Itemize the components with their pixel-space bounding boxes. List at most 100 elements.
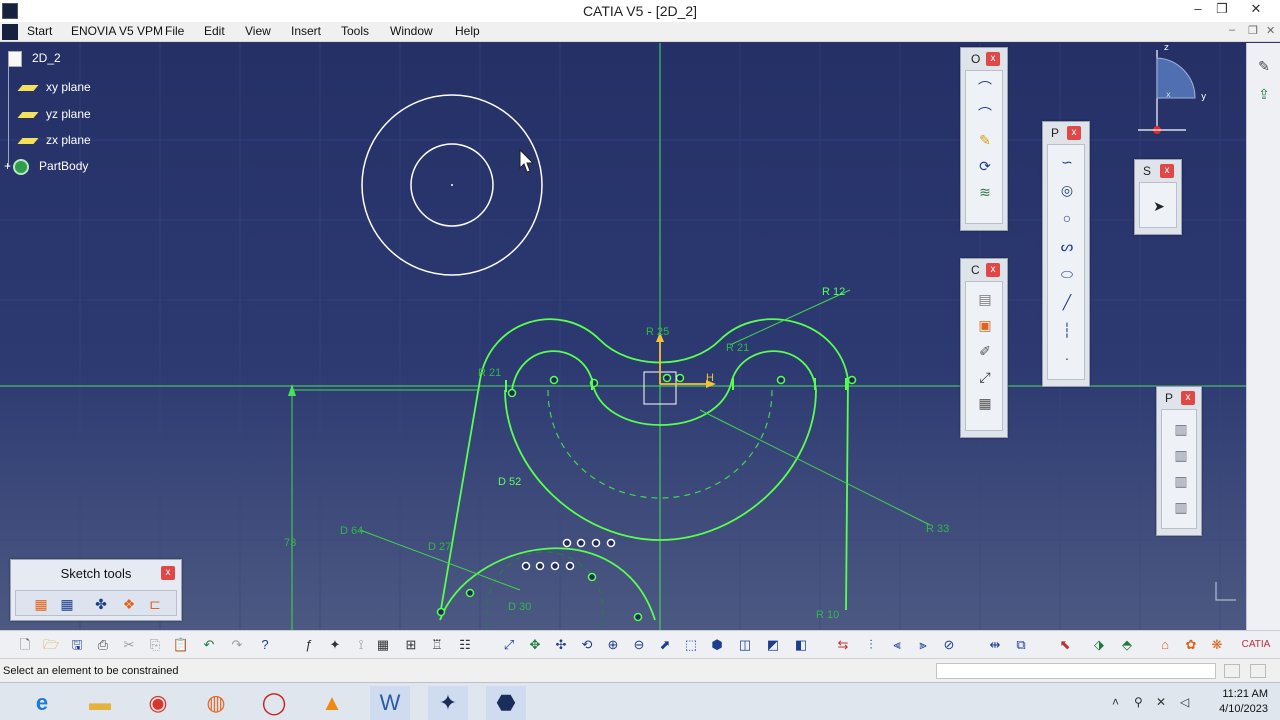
close-icon[interactable]: x xyxy=(1160,164,1174,178)
dim-d64[interactable]: D 64 xyxy=(340,525,363,537)
doc-restore-icon[interactable]: ❐ xyxy=(1248,24,1258,37)
right-side-line[interactable] xyxy=(845,379,849,611)
fit-all-icon[interactable]: ⤢ xyxy=(500,636,518,654)
minimize-icon[interactable]: – xyxy=(1186,1,1210,21)
tree-root[interactable]: 2D_2 xyxy=(8,51,61,67)
catalog-icon[interactable]: ☷ xyxy=(456,636,474,654)
dim-r33[interactable]: R 33 xyxy=(926,523,949,535)
arc-icon[interactable]: ⌒ xyxy=(976,105,994,123)
cursor-icon[interactable]: ➤ xyxy=(1150,197,1168,215)
sheet-icon[interactable]: ▥ xyxy=(1172,498,1190,516)
doc-close-icon[interactable]: ✕ xyxy=(1266,24,1275,37)
shading-icon[interactable]: ◩ xyxy=(764,636,782,654)
cut-icon[interactable]: ✂ xyxy=(120,636,138,654)
exit-workbench-icon[interactable]: ⇪ xyxy=(1255,85,1273,103)
dim-73[interactable]: 73 xyxy=(284,537,296,549)
word-icon[interactable]: W xyxy=(370,686,410,720)
profile-icon[interactable]: ⌂ xyxy=(1156,636,1174,654)
circle-icon[interactable]: ○ xyxy=(1058,209,1076,227)
close-icon[interactable]: x xyxy=(161,566,175,580)
bottom-arc[interactable] xyxy=(439,547,656,621)
hide-show-icon[interactable]: ◧ xyxy=(792,636,810,654)
pencil-icon[interactable]: ✎ xyxy=(976,131,994,149)
arc-icon[interactable]: ⌒ xyxy=(976,79,994,97)
operation-icon[interactable]: ❋ xyxy=(1208,636,1226,654)
fly-icon[interactable]: ⬈ xyxy=(656,636,674,654)
fix-icon[interactable]: ⤢ xyxy=(976,368,994,386)
power-input-icon[interactable] xyxy=(1224,664,1240,678)
toolbar-p[interactable]: P x ∽ ◎ ○ ᔕ ⬭ ╱ ┆ · xyxy=(1042,121,1090,387)
dim-r21-right[interactable]: R 21 xyxy=(726,342,749,354)
rotate-view-icon[interactable]: ✣ xyxy=(552,636,570,654)
save-icon[interactable]: 🖫 xyxy=(68,636,86,654)
clock[interactable]: 11:21 AM 4/10/2023 xyxy=(1219,687,1268,717)
iso-view-icon[interactable]: ⬚ xyxy=(682,636,700,654)
help-icon[interactable]: ? xyxy=(256,636,274,654)
tree-item-zx-plane[interactable]: zx plane xyxy=(17,133,91,147)
sheet-icon[interactable]: ▥ xyxy=(1172,420,1190,438)
expand-icon[interactable]: + xyxy=(4,159,11,173)
point-icon[interactable]: · xyxy=(1058,349,1076,367)
zoom-out-icon[interactable]: ⊖ xyxy=(630,636,648,654)
close-icon[interactable]: x xyxy=(986,52,1000,66)
table-icon[interactable]: ▦ xyxy=(374,636,392,654)
tree-item-xy-plane[interactable]: xy plane xyxy=(17,80,91,94)
folder-icon[interactable]: ▬ xyxy=(80,686,120,720)
close-icon[interactable]: x xyxy=(986,263,1000,277)
undo-icon[interactable]: ↶ xyxy=(200,636,218,654)
render-icon[interactable]: ◫ xyxy=(736,636,754,654)
cube-view-icon[interactable]: ⬢ xyxy=(708,636,726,654)
spline-icon[interactable]: ∽ xyxy=(1058,153,1076,171)
select-icon[interactable]: ⬉ xyxy=(1056,636,1074,654)
doc-minimize-icon[interactable]: – xyxy=(1229,24,1235,36)
constraint-tool-icon[interactable]: ✿ xyxy=(1182,636,1200,654)
relimit-icon[interactable]: ⫸ xyxy=(914,636,932,654)
cut-plane-icon[interactable]: ⫶ xyxy=(862,636,880,654)
dim-d27[interactable]: D 27 xyxy=(428,541,451,553)
clip-icon[interactable]: ✐ xyxy=(976,342,994,360)
maximize-icon[interactable]: ❐ xyxy=(1210,1,1234,21)
menu-file[interactable]: File xyxy=(165,24,184,38)
no-3d-icon[interactable]: ⊘ xyxy=(940,636,958,654)
menu-start[interactable]: Start xyxy=(27,24,52,38)
tree-item-partbody[interactable]: + PartBody xyxy=(4,159,88,175)
firefox-icon[interactable]: ◍ xyxy=(196,686,236,720)
menu-window[interactable]: Window xyxy=(390,24,433,38)
normal-view-icon[interactable]: ⟲ xyxy=(578,636,596,654)
constraint-box-icon[interactable]: ▣ xyxy=(976,316,994,334)
circle-icon[interactable]: ◎ xyxy=(1058,181,1076,199)
chrome-icon[interactable]: ◉ xyxy=(138,686,178,720)
formula-icon[interactable]: ƒ xyxy=(300,636,318,654)
stop-icon[interactable] xyxy=(1250,664,1266,678)
toolbar-o[interactable]: O x ⌒ ⌒ ✎ ⟳ ≋ xyxy=(960,47,1008,231)
toolbar-p2[interactable]: P x ▥ ▥ ▥ ▥ xyxy=(1156,386,1202,536)
tray-volume-icon[interactable]: ✕ xyxy=(1156,695,1166,709)
toolbar-c[interactable]: C x ▤ ▣ ✐ ⤢ ▦ xyxy=(960,258,1008,438)
workbench-icon[interactable]: ⬗ xyxy=(1090,636,1108,654)
menu-edit[interactable]: Edit xyxy=(204,24,225,38)
menu-enovia[interactable]: ENOVIA V5 VPM xyxy=(71,24,163,38)
grid-icon[interactable]: ▦ xyxy=(976,394,994,412)
geometry-icon[interactable]: ❖ xyxy=(120,595,138,613)
new-icon[interactable]: 🗋 xyxy=(16,636,34,654)
compass-axis-icon[interactable]: z y x xyxy=(1138,43,1207,134)
constraint-icon[interactable]: ⊞ xyxy=(402,636,420,654)
dim-d30[interactable]: D 30 xyxy=(508,601,531,613)
tray-network-icon[interactable]: ⚲ xyxy=(1134,695,1143,709)
dim-r12[interactable]: R 12 xyxy=(822,286,845,298)
copy-icon[interactable]: ⎘ xyxy=(146,636,164,654)
sketch-analysis-icon[interactable]: ⫷ xyxy=(888,636,906,654)
axis-icon[interactable]: ┆ xyxy=(1058,321,1076,339)
dim-r25[interactable]: R 25 xyxy=(646,326,669,338)
left-tangent-line[interactable] xyxy=(439,379,481,616)
dim-r21-left[interactable]: R 21 xyxy=(478,367,501,379)
pan-icon[interactable]: ✥ xyxy=(526,636,544,654)
close-icon[interactable]: x xyxy=(1181,391,1195,405)
vlc-icon[interactable]: ▲ xyxy=(312,686,352,720)
sketcher-icon[interactable]: ✎ xyxy=(1255,57,1273,75)
line-icon[interactable]: ╱ xyxy=(1058,293,1076,311)
redo-icon[interactable]: ↷ xyxy=(228,636,246,654)
menu-help[interactable]: Help xyxy=(455,24,480,38)
menu-view[interactable]: View xyxy=(245,24,271,38)
print-icon[interactable]: ⎙ xyxy=(94,636,112,654)
